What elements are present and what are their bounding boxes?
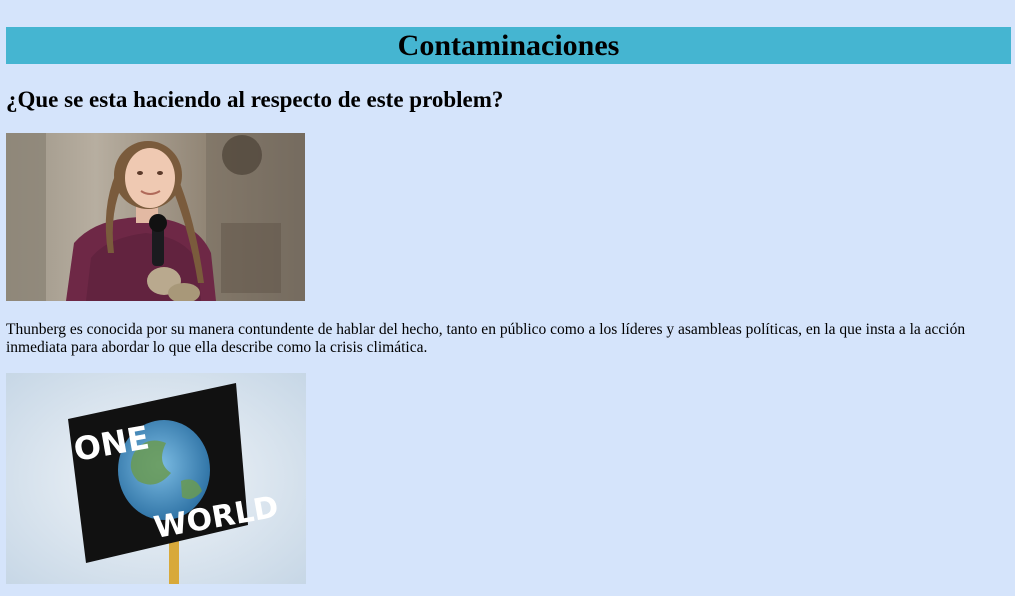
page: Contaminaciones ¿Que se esta haciendo al… [0,0,1015,596]
photo-one-world-protest-sign: ONE WORLD [6,373,306,584]
photo-girl-with-microphone [6,133,305,301]
section-heading: ¿Que se esta haciendo al respecto de est… [6,87,504,112]
page-title: Contaminaciones [397,29,620,62]
header-bar: Contaminaciones [6,27,1011,64]
body-paragraph: Thunberg es conocida por su manera contu… [6,321,966,356]
